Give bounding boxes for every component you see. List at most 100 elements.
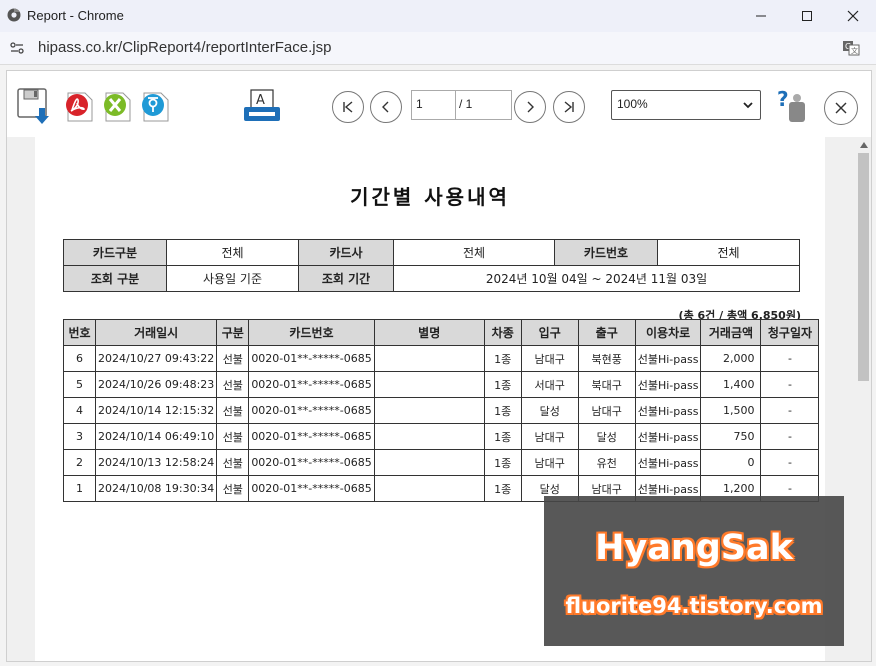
window-close-button[interactable] [830, 0, 876, 32]
print-icon[interactable]: A [243, 89, 281, 125]
column-header: 이용차로 [634, 319, 702, 346]
lane-type-cell: 선불Hi-pass [634, 371, 702, 398]
chevron-down-icon [743, 102, 753, 109]
exit-toll-cell: 유천 [577, 449, 636, 476]
svg-text:A: A [256, 93, 265, 108]
maximize-button[interactable] [784, 0, 830, 32]
first-page-button[interactable] [332, 91, 364, 123]
window-title: Report - Chrome [27, 8, 124, 23]
column-header: 거래금액 [700, 319, 762, 346]
criteria-value: 전체 [166, 239, 299, 266]
criteria-value: 전체 [393, 239, 555, 266]
amount-cell: 1,400 [700, 371, 762, 398]
criteria-label: 조회 기간 [298, 265, 394, 292]
column-header: 거래일시 [94, 319, 218, 346]
page-total: / 1 [456, 90, 512, 120]
scroll-up-icon[interactable] [860, 142, 868, 148]
row-number-cell: 5 [63, 371, 96, 398]
viewer-toolbar: A 1 / 1 100% ? [7, 71, 871, 137]
column-header: 구분 [216, 319, 250, 346]
card-number-cell: 0020-01**-*****-0685 [248, 423, 375, 450]
card-number-cell: 0020-01**-*****-0685 [248, 449, 375, 476]
entry-toll-cell: 남대구 [520, 449, 579, 476]
watermark-title: HyangSak [595, 528, 793, 568]
url-text[interactable]: hipass.co.kr/ClipReport4/reportInterFace… [38, 39, 331, 56]
amount-cell: 750 [700, 423, 762, 450]
exit-toll-cell: 달성 [577, 423, 636, 450]
address-bar: hipass.co.kr/ClipReport4/reportInterFace… [0, 32, 876, 65]
table-row: 4 2024/10/14 12:15:32 선불 0020-01**-*****-06… [63, 397, 820, 424]
maximize-icon [802, 11, 812, 21]
criteria-row: 카드구분 전체 카드사 전체 카드번호 전체 [63, 239, 800, 266]
zoom-value: 100% [617, 97, 648, 111]
table-row: 6 2024/10/27 09:43:22 선불 0020-01**-*****-06… [63, 345, 820, 372]
window-close-icon [847, 10, 859, 22]
table-row: 2 2024/10/13 12:58:24 선불 0020-01**-*****-06… [63, 449, 820, 476]
entry-toll-cell: 남대구 [520, 345, 579, 372]
criteria-value: 전체 [657, 239, 800, 266]
criteria-value: 2024년 10월 04일 ~ 2024년 11월 03일 [393, 265, 800, 292]
column-header: 별명 [373, 319, 485, 346]
vertical-scrollbar[interactable] [856, 137, 871, 661]
table-row: 3 2024/10/14 06:49:10 선불 0020-01**-*****-06… [63, 423, 820, 450]
last-page-button[interactable] [553, 91, 585, 123]
prev-page-button[interactable] [370, 91, 402, 123]
table-header-row: 번호 거래일시 구분 카드번호 별명 차종 입구 출구 이용차로 거래금액 청구일자 [63, 319, 820, 346]
column-header: 번호 [63, 319, 96, 346]
nickname-cell [373, 423, 485, 450]
payment-type-cell: 선불 [216, 475, 250, 502]
billing-date-cell: - [760, 449, 820, 476]
exit-toll-cell: 북대구 [577, 371, 636, 398]
search-criteria-table: 카드구분 전체 카드사 전체 카드번호 전체 조회 구분 사용일 기준 조회 기… [63, 239, 800, 292]
exit-toll-cell: 남대구 [577, 397, 636, 424]
minimize-button[interactable] [738, 0, 784, 32]
save-icon[interactable] [17, 88, 53, 124]
page-number-input[interactable]: 1 [411, 90, 456, 120]
usage-table: 번호 거래일시 구분 카드번호 별명 차종 입구 출구 이용차로 거래금액 청구일자 6 2024/1… [63, 319, 820, 502]
card-number-cell: 0020-01**-*****-0685 [248, 397, 375, 424]
zoom-select[interactable]: 100% [611, 90, 761, 120]
vehicle-class-cell: 1종 [483, 345, 522, 372]
entry-toll-cell: 달성 [520, 397, 579, 424]
next-page-button[interactable] [514, 91, 546, 123]
pdf-export-icon[interactable] [63, 91, 95, 123]
site-settings-icon[interactable] [9, 40, 25, 56]
scrollbar-thumb[interactable] [858, 153, 869, 381]
payment-type-cell: 선불 [216, 423, 250, 450]
column-header: 차종 [483, 319, 522, 346]
transaction-datetime-cell: 2024/10/26 09:48:23 [94, 371, 218, 398]
svg-text:?: ? [777, 88, 789, 111]
viewer-close-button[interactable] [824, 91, 858, 125]
vehicle-class-cell: 1종 [483, 475, 522, 502]
amount-cell: 0 [700, 449, 762, 476]
vehicle-class-cell: 1종 [483, 423, 522, 450]
payment-type-cell: 선불 [216, 449, 250, 476]
lane-type-cell: 선불Hi-pass [634, 423, 702, 450]
criteria-label: 카드번호 [554, 239, 658, 266]
table-body: 6 2024/10/27 09:43:22 선불 0020-01**-*****-06… [63, 345, 820, 502]
criteria-value: 사용일 기준 [166, 265, 299, 292]
transaction-datetime-cell: 2024/10/14 06:49:10 [94, 423, 218, 450]
translate-icon[interactable]: G 文 [842, 40, 860, 56]
payment-type-cell: 선불 [216, 371, 250, 398]
nickname-cell [373, 371, 485, 398]
criteria-row: 조회 구분 사용일 기준 조회 기간 2024년 10월 04일 ~ 2024년… [63, 265, 800, 292]
card-number-cell: 0020-01**-*****-0685 [248, 475, 375, 502]
next-page-icon [527, 101, 534, 113]
excel-export-icon[interactable] [101, 91, 133, 123]
transaction-datetime-cell: 2024/10/13 12:58:24 [94, 449, 218, 476]
help-icon[interactable]: ? [777, 88, 811, 124]
nickname-cell [373, 475, 485, 502]
billing-date-cell: - [760, 371, 820, 398]
vehicle-class-cell: 1종 [483, 397, 522, 424]
watermark-overlay: HyangSak fluorite94.tistory.com [544, 496, 844, 646]
entry-toll-cell: 남대구 [520, 423, 579, 450]
exit-toll-cell: 북현풍 [577, 345, 636, 372]
chrome-app-icon [7, 8, 21, 22]
hwp-export-icon[interactable] [139, 91, 171, 123]
prev-page-icon [382, 101, 389, 113]
criteria-label: 카드구분 [63, 239, 167, 266]
vehicle-class-cell: 1종 [483, 371, 522, 398]
window-titlebar: Report - Chrome [0, 0, 876, 32]
billing-date-cell: - [760, 397, 820, 424]
